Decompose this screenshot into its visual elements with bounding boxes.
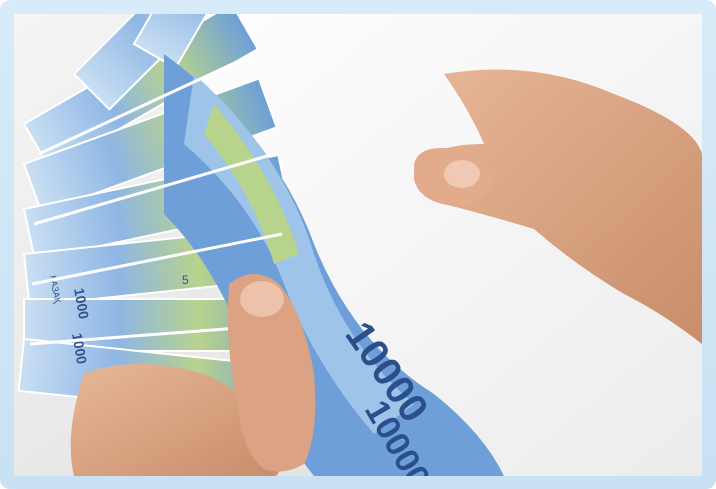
banknote-digit: 5	[182, 273, 189, 287]
photo-frame: 10000 10000 1000 1000 ҚАЗАҚ 5	[0, 0, 716, 489]
photo: 10000 10000 1000 1000 ҚАЗАҚ 5	[14, 14, 702, 476]
left-thumbnail	[240, 281, 284, 317]
photo-illustration: 10000 10000 1000 1000 ҚАЗАҚ 5	[14, 14, 702, 476]
thumbnail	[444, 160, 480, 188]
